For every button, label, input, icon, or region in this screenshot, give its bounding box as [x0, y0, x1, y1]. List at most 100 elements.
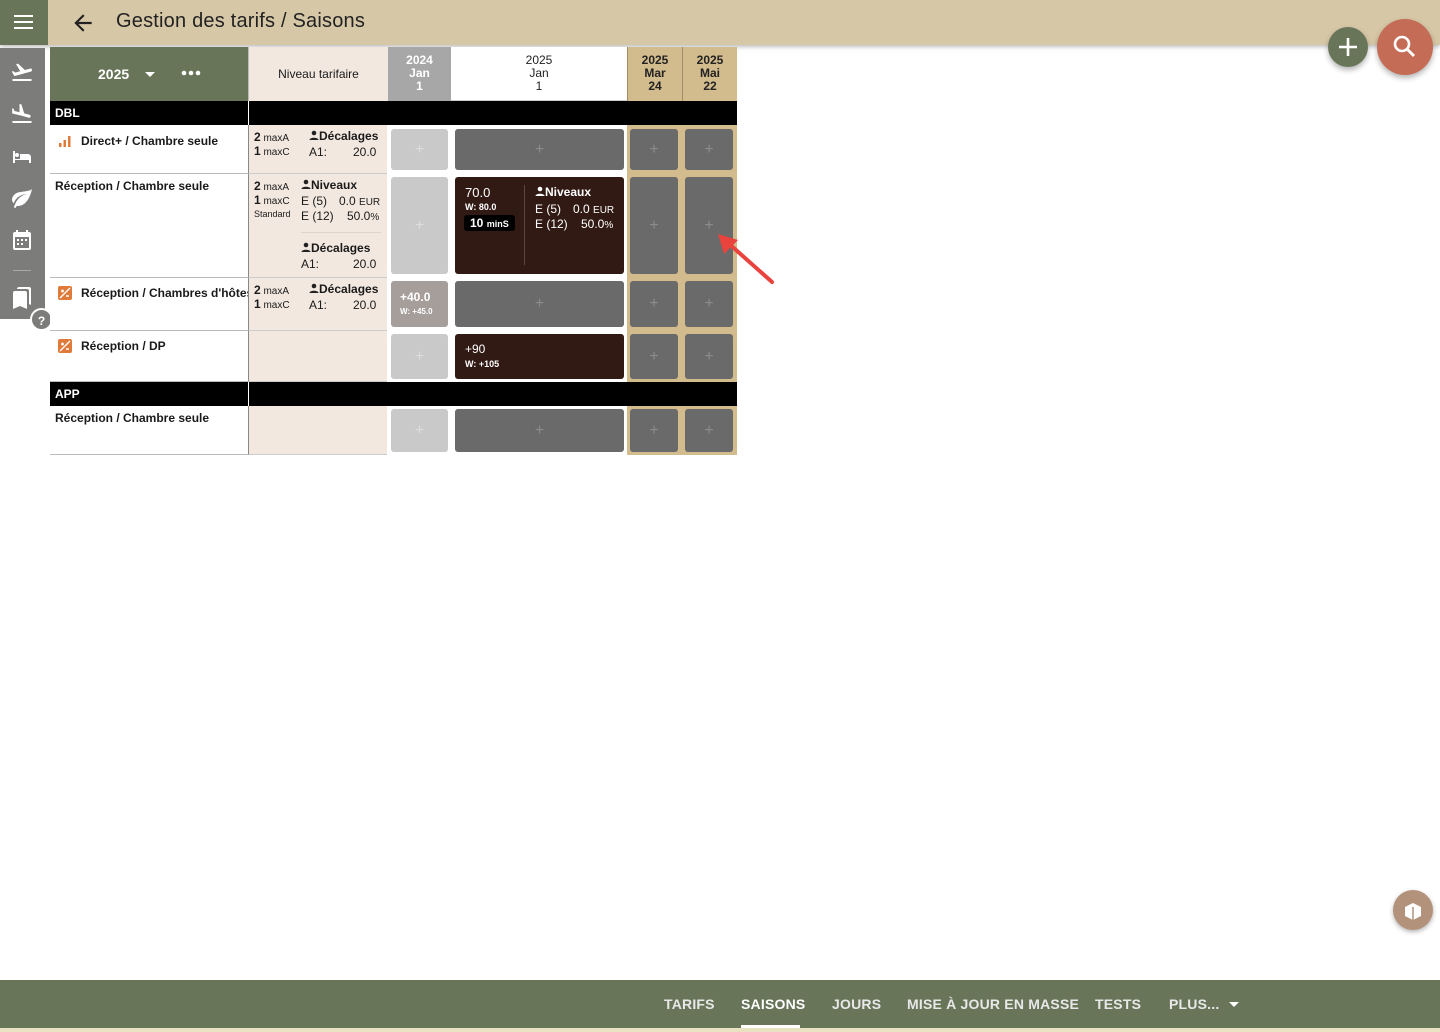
- e12-key: E (12): [535, 217, 568, 231]
- rate-row-text: Réception / Chambres d'hôtes: [81, 286, 254, 300]
- col-day: 22: [703, 79, 717, 93]
- season-rate-card[interactable]: 70.0 W: 80.0 10 minS Niveaux E (5) 0.0 E…: [455, 177, 624, 274]
- rate-level-cell[interactable]: 2 maxA 1 maxC Standard Niveaux E (5) 0.0…: [248, 174, 387, 278]
- rate-level-cell[interactable]: 2 maxA 1 maxC Décalages A1: 20.0: [248, 125, 387, 174]
- rate-row-label[interactable]: Réception / Chambres d'hôtes: [50, 278, 253, 331]
- add-season-rate-button[interactable]: +: [630, 334, 678, 379]
- chevron-down-icon[interactable]: [1228, 1001, 1240, 1009]
- column-header-2025-mar-24[interactable]: 2025 Mar 24: [627, 47, 682, 101]
- search-icon: [1393, 35, 1415, 57]
- back-arrow-icon[interactable]: [70, 10, 96, 36]
- rate-row-label[interactable]: Direct+ / Chambre seule: [50, 125, 248, 174]
- help-chat-button[interactable]: [1393, 890, 1433, 930]
- section-label: APP: [55, 387, 80, 401]
- e5-value: 0.0 EUR: [339, 194, 381, 208]
- section-header-dbl: DBL: [50, 101, 737, 125]
- rate-price: +40.0: [400, 290, 431, 304]
- add-season-rate-button[interactable]: +: [630, 281, 678, 327]
- add-season-rate-button[interactable]: +: [391, 334, 448, 379]
- chevron-down-icon[interactable]: [144, 71, 156, 79]
- col-day: 24: [648, 79, 662, 93]
- add-season-rate-button[interactable]: +: [391, 129, 448, 170]
- derived-rate-icon: [58, 286, 72, 300]
- bottom-tab-bar: TARIFS SAISONS JOURS MISE À JOUR EN MASS…: [0, 980, 1440, 1032]
- rate-row-text: Réception / Chambre seule: [55, 411, 210, 425]
- e5-key: E (5): [535, 202, 562, 216]
- rate-weekend: W: +105: [465, 359, 500, 369]
- a1-key: A1:: [309, 298, 328, 312]
- section-label: DBL: [55, 106, 80, 120]
- rate-level-cell[interactable]: [248, 331, 387, 382]
- tab-tarifs[interactable]: TARIFS: [664, 996, 715, 1012]
- rate-price: 70.0: [465, 185, 491, 200]
- niveaux-title: Niveaux: [535, 185, 591, 199]
- decalages-title: Décalages: [309, 129, 378, 143]
- a1-value: 20.0: [353, 298, 377, 312]
- person-icon: [301, 242, 311, 252]
- tab-tests[interactable]: TESTS: [1095, 996, 1141, 1012]
- plus-icon: [1339, 38, 1357, 56]
- add-season-rate-button[interactable]: +: [455, 281, 624, 327]
- season-rate-card[interactable]: +40.0 W: +45.0: [391, 281, 448, 327]
- niveaux-title: Niveaux: [301, 178, 357, 192]
- column-header-2025-jan-1[interactable]: 2025 Jan 1: [451, 47, 627, 101]
- rate-row-label[interactable]: Réception / DP: [50, 331, 248, 382]
- e12-key: E (12): [301, 209, 334, 223]
- leaf-icon[interactable]: [10, 186, 34, 210]
- a1-key: A1:: [309, 145, 328, 159]
- tab-plus[interactable]: PLUS...: [1169, 996, 1219, 1012]
- rate-weekend: W: +45.0: [400, 307, 433, 316]
- year-selector[interactable]: 2025: [50, 47, 248, 101]
- add-season-rate-button[interactable]: +: [391, 177, 448, 274]
- section-header-app: APP: [50, 382, 737, 406]
- hamburger-menu-button[interactable]: [0, 0, 48, 45]
- bookmarks-icon[interactable]: [10, 286, 34, 310]
- calendar-icon[interactable]: [10, 228, 34, 252]
- more-options-icon[interactable]: [181, 70, 201, 76]
- tab-saisons[interactable]: SAISONS: [741, 996, 805, 1012]
- column-header-2025-mai-22[interactable]: 2025 Mai 22: [682, 47, 737, 101]
- divider: [301, 232, 381, 233]
- plane-arrival-icon[interactable]: [10, 102, 34, 126]
- season-rate-card[interactable]: +90 W: +105: [455, 334, 624, 379]
- min-stay-badge: 10 minS: [464, 215, 515, 231]
- derived-rate-icon: [58, 339, 72, 353]
- add-season-rate-button[interactable]: +: [685, 129, 733, 170]
- add-season-rate-button[interactable]: +: [685, 334, 733, 379]
- column-header-2024-jan-1[interactable]: 2024 Jan 1: [388, 47, 451, 101]
- rate-row-label[interactable]: Réception / Chambre seule: [50, 174, 248, 278]
- a1-value: 20.0: [353, 257, 377, 271]
- search-fab-button[interactable]: [1377, 19, 1433, 75]
- bottom-edge: [0, 1028, 1440, 1032]
- signal-bars-icon: [59, 136, 71, 147]
- tab-mise-a-jour-en-masse[interactable]: MISE À JOUR EN MASSE: [907, 996, 1079, 1012]
- book-open-icon: [1405, 903, 1421, 920]
- add-season-rate-button[interactable]: +: [630, 177, 678, 274]
- add-season-rate-button[interactable]: +: [685, 409, 733, 452]
- bed-icon[interactable]: [10, 144, 34, 168]
- sidebar-divider: [13, 270, 31, 271]
- col-day: 1: [416, 79, 423, 93]
- person-icon: [301, 179, 311, 189]
- page-title: Gestion des tarifs / Saisons: [116, 10, 366, 32]
- decalages-title: Décalages: [309, 282, 378, 296]
- seasons-grid: 2025 Niveau tarifaire 2024 Jan 1 2025 Ja…: [50, 47, 737, 455]
- plane-departure-icon[interactable]: [10, 60, 34, 84]
- e12-value: 50.0%: [347, 209, 380, 223]
- rate-row-label[interactable]: Réception / Chambre seule: [50, 406, 248, 455]
- standard-label: Standard: [254, 209, 291, 219]
- add-season-rate-button[interactable]: +: [630, 129, 678, 170]
- year-label: 2025: [98, 66, 130, 82]
- rate-level-cell[interactable]: [248, 406, 387, 455]
- a1-value: 20.0: [353, 145, 377, 159]
- rate-level-cell[interactable]: 2 maxA 1 maxC Décalages A1: 20.0: [248, 278, 387, 331]
- add-season-rate-button[interactable]: +: [630, 409, 678, 452]
- a1-key: A1:: [301, 257, 320, 271]
- add-season-rate-button[interactable]: +: [455, 409, 624, 452]
- add-fab-button[interactable]: [1328, 27, 1368, 67]
- tab-jours[interactable]: JOURS: [832, 996, 881, 1012]
- add-season-rate-button[interactable]: +: [391, 409, 448, 452]
- rate-weekend: W: 80.0: [465, 202, 497, 212]
- add-season-rate-button[interactable]: +: [455, 129, 624, 170]
- e5-value: 0.0 EUR: [573, 202, 615, 216]
